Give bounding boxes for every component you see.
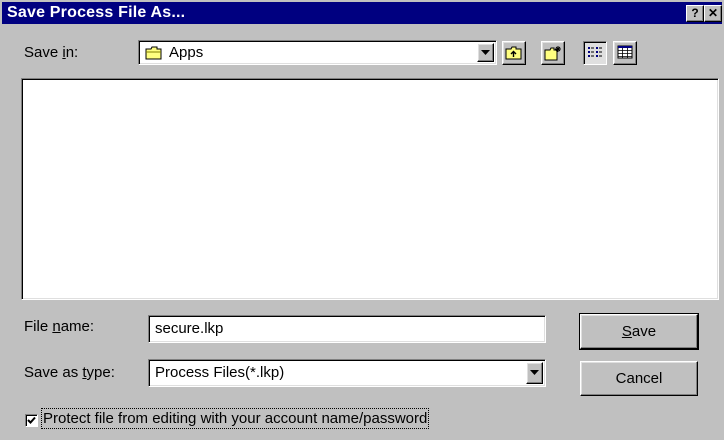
dropdown-arrow-icon <box>481 48 490 58</box>
up-one-level-icon <box>505 46 523 65</box>
protect-file-checkbox[interactable] <box>25 414 38 427</box>
save-in-label: Save in: <box>24 44 79 61</box>
save-in-value: Apps <box>169 44 204 61</box>
file-list[interactable] <box>21 78 719 300</box>
save-in-dropdown-button[interactable] <box>477 43 494 62</box>
close-icon: ✕ <box>707 6 719 20</box>
details-view-button[interactable] <box>613 41 637 65</box>
dropdown-arrow-icon <box>530 368 539 378</box>
cancel-button[interactable]: Cancel <box>580 361 698 396</box>
save-as-type-label: Save as type: <box>24 364 115 381</box>
close-button[interactable]: ✕ <box>704 5 722 22</box>
up-one-level-button[interactable] <box>502 41 526 65</box>
save-as-type-value: Process Files(*.lkp) <box>155 364 285 381</box>
create-new-folder-button[interactable] <box>541 41 565 65</box>
create-new-folder-icon <box>544 46 562 65</box>
file-name-input[interactable]: secure.lkp <box>148 315 546 343</box>
list-view-icon <box>587 46 603 63</box>
file-name-label: File name: <box>24 318 95 335</box>
window-title: Save Process File As... <box>7 4 186 21</box>
save-button[interactable]: Save <box>579 313 699 350</box>
file-name-value: secure.lkp <box>155 320 224 337</box>
help-button[interactable]: ? <box>686 5 704 22</box>
save-as-type-dropdown-button[interactable] <box>526 362 543 384</box>
folder-icon <box>145 46 163 64</box>
protect-file-label[interactable]: Protect file from editing with your acco… <box>40 408 430 429</box>
details-view-icon <box>617 45 633 63</box>
list-view-button[interactable] <box>583 41 607 65</box>
title-bar[interactable]: Save Process File As... ? ✕ <box>2 2 722 24</box>
save-in-combo[interactable]: Apps <box>138 40 497 65</box>
save-as-type-combo[interactable]: Process Files(*.lkp) <box>148 359 546 387</box>
help-icon: ? <box>691 6 699 20</box>
save-process-file-dialog: Save Process File As... ? ✕ Save in: App… <box>0 0 724 440</box>
